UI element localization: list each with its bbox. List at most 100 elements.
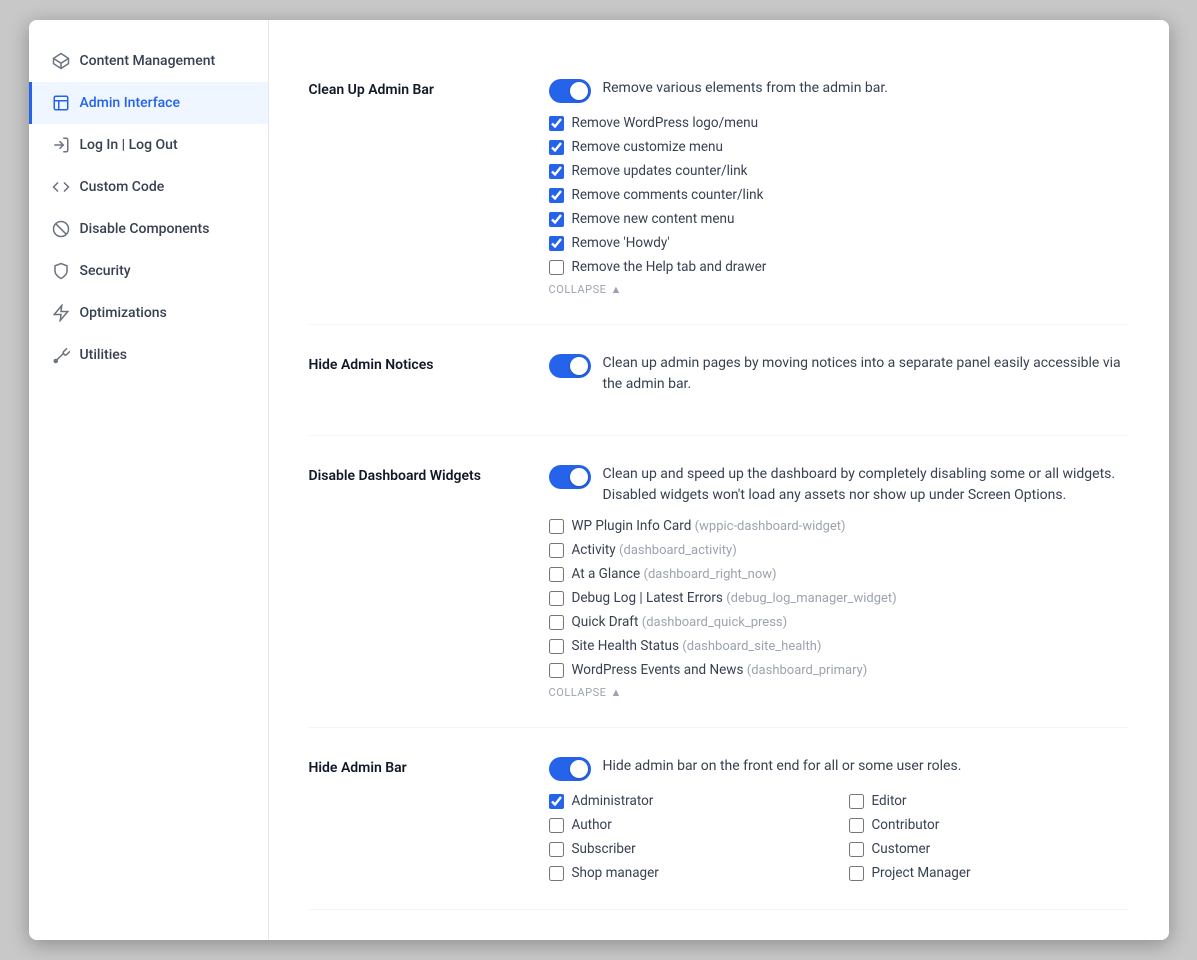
- checkbox-cb-updates-counter[interactable]: [549, 164, 564, 179]
- checkbox-item-cb-quick-draft[interactable]: Quick Draft (dashboard_quick_press): [549, 614, 1129, 630]
- checkbox-cb-activity[interactable]: [549, 543, 564, 558]
- checkbox-label: At a Glance (dashboard_right_now): [572, 566, 777, 582]
- checkbox-item-cb-editor[interactable]: Editor: [849, 793, 1129, 809]
- checkbox-item-cb-activity[interactable]: Activity (dashboard_activity): [549, 542, 1129, 558]
- sidebar-item-disable-components[interactable]: Disable Components: [29, 208, 268, 250]
- collapse-button[interactable]: COLLAPSE ▲: [549, 283, 1129, 296]
- checkbox-cb-editor[interactable]: [849, 794, 864, 809]
- checkbox-label: Remove comments counter/link: [572, 187, 764, 203]
- checkbox-cb-new-content[interactable]: [549, 212, 564, 227]
- bolt-icon: [52, 304, 70, 322]
- checkbox-item-cb-author[interactable]: Author: [549, 817, 829, 833]
- checkbox-cb-shop-manager[interactable]: [549, 866, 564, 881]
- sidebar-item-login-logout[interactable]: Log In | Log Out: [29, 124, 268, 166]
- sidebar-item-label: Utilities: [80, 347, 127, 363]
- checkbox-item-cb-wp-logo[interactable]: Remove WordPress logo/menu: [549, 115, 1129, 131]
- checkbox-item-cb-contributor[interactable]: Contributor: [849, 817, 1129, 833]
- checkbox-cb-howdy[interactable]: [549, 236, 564, 251]
- checkbox-item-cb-new-content[interactable]: Remove new content menu: [549, 211, 1129, 227]
- checkbox-item-cb-comments-counter[interactable]: Remove comments counter/link: [549, 187, 1129, 203]
- sidebar-item-content-management[interactable]: Content Management: [29, 40, 268, 82]
- checkbox-item-cb-shop-manager[interactable]: Shop manager: [549, 865, 829, 881]
- sidebar-item-label: Disable Components: [80, 221, 210, 237]
- checkbox-label: Contributor: [872, 817, 940, 833]
- section-content: Remove various elements from the admin b…: [549, 78, 1129, 296]
- toggle-row: Remove various elements from the admin b…: [549, 78, 1129, 103]
- toggle-row: Clean up admin pages by moving notices i…: [549, 353, 1129, 395]
- sidebar-item-optimizations[interactable]: Optimizations: [29, 292, 268, 334]
- checkbox-label: WordPress Events and News (dashboard_pri…: [572, 662, 868, 678]
- main-content: Clean Up Admin BarRemove various element…: [269, 20, 1169, 940]
- app-window: Content Management Admin Interface Log I…: [29, 20, 1169, 940]
- checkbox-cb-wppic[interactable]: [549, 519, 564, 534]
- checkbox-label: Remove customize menu: [572, 139, 723, 155]
- toggle-description: Clean up and speed up the dashboard by c…: [603, 464, 1129, 506]
- checkbox-item-cb-customer[interactable]: Customer: [849, 841, 1129, 857]
- checkbox-cb-comments-counter[interactable]: [549, 188, 564, 203]
- toggle-description: Remove various elements from the admin b…: [603, 78, 888, 99]
- checkbox-item-cb-help-tab[interactable]: Remove the Help tab and drawer: [549, 259, 1129, 275]
- checkbox-cb-wp-logo[interactable]: [549, 116, 564, 131]
- checkbox-label: Editor: [872, 793, 907, 809]
- checkbox-item-cb-subscriber[interactable]: Subscriber: [549, 841, 829, 857]
- toggle-hide-admin-notices[interactable]: [549, 354, 591, 378]
- checkbox-cb-wp-events[interactable]: [549, 663, 564, 678]
- checkbox-item-cb-debug-log[interactable]: Debug Log | Latest Errors (debug_log_man…: [549, 590, 1129, 606]
- checkbox-item-cb-updates-counter[interactable]: Remove updates counter/link: [549, 163, 1129, 179]
- section-content: Clean up admin pages by moving notices i…: [549, 353, 1129, 407]
- checkbox-cb-administrator[interactable]: [549, 794, 564, 809]
- section-label: Hide Admin Notices: [309, 353, 529, 407]
- checkbox-cb-site-health[interactable]: [549, 639, 564, 654]
- sidebar-item-label: Security: [80, 263, 131, 279]
- checkbox-cb-customize-menu[interactable]: [549, 140, 564, 155]
- shield-icon: [52, 262, 70, 280]
- checkbox-item-cb-wp-events[interactable]: WordPress Events and News (dashboard_pri…: [549, 662, 1129, 678]
- checkbox-label: Administrator: [572, 793, 654, 809]
- checkbox-meta: (dashboard_right_now): [644, 567, 777, 582]
- sidebar-item-utilities[interactable]: Utilities: [29, 334, 268, 376]
- checkbox-cb-help-tab[interactable]: [549, 260, 564, 275]
- toggle-disable-dashboard-widgets[interactable]: [549, 465, 591, 489]
- collapse-button[interactable]: COLLAPSE ▲: [549, 686, 1129, 699]
- checkbox-item-cb-site-health[interactable]: Site Health Status (dashboard_site_healt…: [549, 638, 1129, 654]
- checkbox-cb-author[interactable]: [549, 818, 564, 833]
- checkbox-item-cb-customize-menu[interactable]: Remove customize menu: [549, 139, 1129, 155]
- checkbox-list: Remove WordPress logo/menu Remove custom…: [549, 115, 1129, 275]
- checkbox-cb-contributor[interactable]: [849, 818, 864, 833]
- toggle-hide-admin-bar[interactable]: [549, 757, 591, 781]
- checkbox-meta: (dashboard_quick_press): [642, 615, 787, 630]
- section-hide-admin-notices: Hide Admin Notices Clean up admin pages b…: [309, 325, 1129, 436]
- checkbox-label: Remove the Help tab and drawer: [572, 259, 767, 275]
- sidebar-item-label: Content Management: [80, 53, 216, 69]
- checkbox-meta: (debug_log_manager_widget): [726, 591, 896, 606]
- sidebar-item-admin-interface[interactable]: Admin Interface: [29, 82, 268, 124]
- code-icon: [52, 178, 70, 196]
- checkbox-item-cb-howdy[interactable]: Remove 'Howdy': [549, 235, 1129, 251]
- sidebar-item-security[interactable]: Security: [29, 250, 268, 292]
- checkbox-cb-quick-draft[interactable]: [549, 615, 564, 630]
- checkbox-cb-subscriber[interactable]: [549, 842, 564, 857]
- toggle-description: Clean up admin pages by moving notices i…: [603, 353, 1129, 395]
- checkbox-label: Remove WordPress logo/menu: [572, 115, 759, 131]
- checkbox-cb-customer[interactable]: [849, 842, 864, 857]
- sidebar-item-label: Log In | Log Out: [80, 137, 178, 153]
- section-content: Hide admin bar on the front end for all …: [549, 756, 1129, 881]
- checkbox-label: Site Health Status (dashboard_site_healt…: [572, 638, 822, 654]
- section-content: Clean up and speed up the dashboard by c…: [549, 464, 1129, 699]
- sidebar-item-label: Custom Code: [80, 179, 165, 195]
- checkbox-cb-at-a-glance[interactable]: [549, 567, 564, 582]
- checkbox-item-cb-administrator[interactable]: Administrator: [549, 793, 829, 809]
- checkbox-label: Customer: [872, 841, 931, 857]
- checkbox-item-cb-project-manager[interactable]: Project Manager: [849, 865, 1129, 881]
- checkbox-label: Debug Log | Latest Errors (debug_log_man…: [572, 590, 897, 606]
- checkbox-cb-project-manager[interactable]: [849, 866, 864, 881]
- checkbox-item-cb-at-a-glance[interactable]: At a Glance (dashboard_right_now): [549, 566, 1129, 582]
- toggle-clean-up-admin-bar[interactable]: [549, 79, 591, 103]
- checkbox-label: Remove 'Howdy': [572, 235, 670, 251]
- sidebar-item-custom-code[interactable]: Custom Code: [29, 166, 268, 208]
- checkbox-label: Remove new content menu: [572, 211, 735, 227]
- slash-icon: [52, 220, 70, 238]
- checkbox-grid: Administrator Editor Author Contributor …: [549, 793, 1129, 881]
- checkbox-cb-debug-log[interactable]: [549, 591, 564, 606]
- checkbox-item-cb-wppic[interactable]: WP Plugin Info Card (wppic-dashboard-wid…: [549, 518, 1129, 534]
